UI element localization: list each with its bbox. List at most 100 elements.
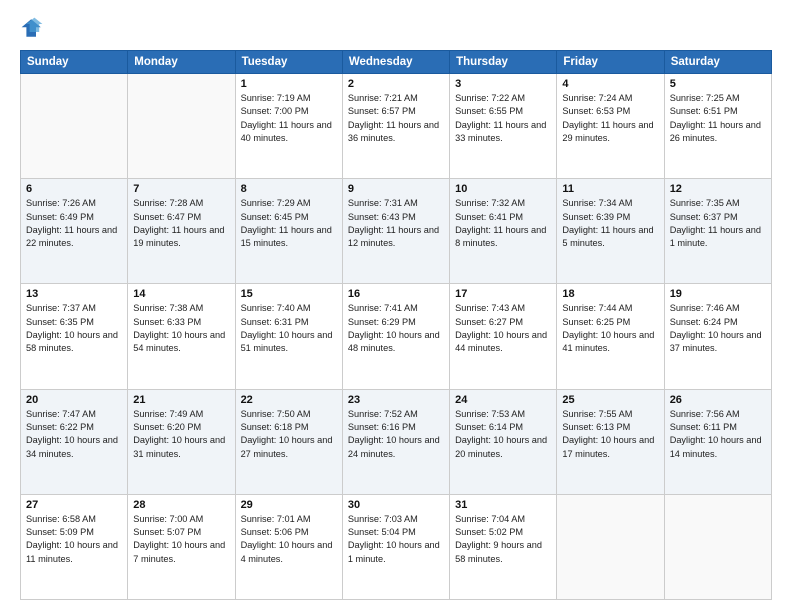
calendar-cell: 30 Sunrise: 7:03 AM Sunset: 5:04 PM Dayli…: [342, 494, 449, 599]
day-info: Sunrise: 7:25 AM Sunset: 6:51 PM Dayligh…: [670, 92, 766, 145]
day-number: 28: [133, 499, 229, 511]
calendar-cell: 11 Sunrise: 7:34 AM Sunset: 6:39 PM Dayli…: [557, 179, 664, 284]
weekday-header-sunday: Sunday: [21, 51, 128, 74]
day-number: 19: [670, 288, 766, 300]
day-number: 30: [348, 499, 444, 511]
day-info: Sunrise: 7:19 AM Sunset: 7:00 PM Dayligh…: [241, 92, 337, 145]
day-number: 20: [26, 394, 122, 406]
day-number: 5: [670, 78, 766, 90]
calendar-cell: 4 Sunrise: 7:24 AM Sunset: 6:53 PM Daylig…: [557, 74, 664, 179]
day-number: 8: [241, 183, 337, 195]
calendar-cell: 14Sunrise: 7:38 AM Sunset: 6:33 PM Dayli…: [128, 284, 235, 389]
day-info: Sunrise: 7:43 AM Sunset: 6:27 PM Dayligh…: [455, 302, 551, 355]
day-number: 27: [26, 499, 122, 511]
calendar-cell: 1 Sunrise: 7:19 AM Sunset: 7:00 PM Daylig…: [235, 74, 342, 179]
day-number: 7: [133, 183, 229, 195]
day-number: 2: [348, 78, 444, 90]
weekday-header-thursday: Thursday: [450, 51, 557, 74]
calendar-row: 13 Sunrise: 7:37 AM Sunset: 6:35 PM Dayli…: [21, 284, 772, 389]
day-info: Sunrise: 7:22 AM Sunset: 6:55 PM Dayligh…: [455, 92, 551, 145]
day-info: Sunrise: 7:44 AM Sunset: 6:25 PM Dayligh…: [562, 302, 658, 355]
day-number: 1: [241, 78, 337, 90]
calendar-row: 1 Sunrise: 7:19 AM Sunset: 7:00 PM Daylig…: [21, 74, 772, 179]
day-info: Sunrise: 7:52 AM Sunset: 6:16 PM Dayligh…: [348, 408, 444, 461]
calendar-cell: 31Sunrise: 7:04 AM Sunset: 5:02 PM Dayli…: [450, 494, 557, 599]
day-number: 11: [562, 183, 658, 195]
day-info: Sunrise: 7:24 AM Sunset: 6:53 PM Dayligh…: [562, 92, 658, 145]
calendar-row: 6Sunrise: 7:26 AM Sunset: 6:49 PM Daylig…: [21, 179, 772, 284]
day-number: 4: [562, 78, 658, 90]
calendar-cell: 10 Sunrise: 7:32 AM Sunset: 6:41 PM Dayli…: [450, 179, 557, 284]
calendar-table: SundayMondayTuesdayWednesdayThursdayFrid…: [20, 50, 772, 600]
calendar-cell: 9 Sunrise: 7:31 AM Sunset: 6:43 PM Daylig…: [342, 179, 449, 284]
weekday-header-monday: Monday: [128, 51, 235, 74]
calendar-row: 20 Sunrise: 7:47 AM Sunset: 6:22 PM Dayli…: [21, 389, 772, 494]
day-number: 16: [348, 288, 444, 300]
weekday-header-row: SundayMondayTuesdayWednesdayThursdayFrid…: [21, 51, 772, 74]
day-number: 15: [241, 288, 337, 300]
calendar-cell: 23 Sunrise: 7:52 AM Sunset: 6:16 PM Dayli…: [342, 389, 449, 494]
weekday-header-saturday: Saturday: [664, 51, 771, 74]
calendar-cell: 2 Sunrise: 7:21 AM Sunset: 6:57 PM Daylig…: [342, 74, 449, 179]
day-number: 23: [348, 394, 444, 406]
calendar-cell: 3 Sunrise: 7:22 AM Sunset: 6:55 PM Daylig…: [450, 74, 557, 179]
calendar-cell: 8 Sunrise: 7:29 AM Sunset: 6:45 PM Daylig…: [235, 179, 342, 284]
calendar-cell: [128, 74, 235, 179]
day-info: Sunrise: 7:28 AM Sunset: 6:47 PM Dayligh…: [133, 197, 229, 250]
day-info: Sunrise: 7:21 AM Sunset: 6:57 PM Dayligh…: [348, 92, 444, 145]
calendar-cell: 26Sunrise: 7:56 AM Sunset: 6:11 PM Dayli…: [664, 389, 771, 494]
day-info: Sunrise: 7:56 AM Sunset: 6:11 PM Dayligh…: [670, 408, 766, 461]
day-number: 10: [455, 183, 551, 195]
calendar-cell: 22Sunrise: 7:50 AM Sunset: 6:18 PM Dayli…: [235, 389, 342, 494]
day-info: Sunrise: 7:41 AM Sunset: 6:29 PM Dayligh…: [348, 302, 444, 355]
day-info: Sunrise: 6:58 AM Sunset: 5:09 PM Dayligh…: [26, 513, 122, 566]
calendar-cell: 13 Sunrise: 7:37 AM Sunset: 6:35 PM Dayli…: [21, 284, 128, 389]
day-number: 9: [348, 183, 444, 195]
calendar-cell: 12 Sunrise: 7:35 AM Sunset: 6:37 PM Dayli…: [664, 179, 771, 284]
calendar-cell: 5 Sunrise: 7:25 AM Sunset: 6:51 PM Daylig…: [664, 74, 771, 179]
day-info: Sunrise: 7:00 AM Sunset: 5:07 PM Dayligh…: [133, 513, 229, 566]
day-info: Sunrise: 7:40 AM Sunset: 6:31 PM Dayligh…: [241, 302, 337, 355]
day-number: 21: [133, 394, 229, 406]
day-info: Sunrise: 7:01 AM Sunset: 5:06 PM Dayligh…: [241, 513, 337, 566]
weekday-header-friday: Friday: [557, 51, 664, 74]
calendar-cell: 24Sunrise: 7:53 AM Sunset: 6:14 PM Dayli…: [450, 389, 557, 494]
day-number: 3: [455, 78, 551, 90]
calendar-cell: 28 Sunrise: 7:00 AM Sunset: 5:07 PM Dayli…: [128, 494, 235, 599]
day-info: Sunrise: 7:55 AM Sunset: 6:13 PM Dayligh…: [562, 408, 658, 461]
page: SundayMondayTuesdayWednesdayThursdayFrid…: [0, 0, 792, 612]
day-number: 14: [133, 288, 229, 300]
calendar-cell: [664, 494, 771, 599]
calendar-cell: [21, 74, 128, 179]
logo: [20, 16, 48, 40]
day-info: Sunrise: 7:47 AM Sunset: 6:22 PM Dayligh…: [26, 408, 122, 461]
weekday-header-wednesday: Wednesday: [342, 51, 449, 74]
calendar-cell: [557, 494, 664, 599]
day-number: 13: [26, 288, 122, 300]
day-number: 12: [670, 183, 766, 195]
day-number: 31: [455, 499, 551, 511]
day-number: 25: [562, 394, 658, 406]
calendar-row: 27 Sunrise: 6:58 AM Sunset: 5:09 PM Dayli…: [21, 494, 772, 599]
calendar-cell: 19 Sunrise: 7:46 AM Sunset: 6:24 PM Dayli…: [664, 284, 771, 389]
logo-icon: [20, 16, 44, 40]
day-number: 29: [241, 499, 337, 511]
day-number: 24: [455, 394, 551, 406]
day-info: Sunrise: 7:31 AM Sunset: 6:43 PM Dayligh…: [348, 197, 444, 250]
calendar-cell: 17Sunrise: 7:43 AM Sunset: 6:27 PM Dayli…: [450, 284, 557, 389]
day-info: Sunrise: 7:29 AM Sunset: 6:45 PM Dayligh…: [241, 197, 337, 250]
day-info: Sunrise: 7:35 AM Sunset: 6:37 PM Dayligh…: [670, 197, 766, 250]
calendar-cell: 6Sunrise: 7:26 AM Sunset: 6:49 PM Daylig…: [21, 179, 128, 284]
day-info: Sunrise: 7:34 AM Sunset: 6:39 PM Dayligh…: [562, 197, 658, 250]
day-info: Sunrise: 7:03 AM Sunset: 5:04 PM Dayligh…: [348, 513, 444, 566]
day-number: 22: [241, 394, 337, 406]
day-info: Sunrise: 7:49 AM Sunset: 6:20 PM Dayligh…: [133, 408, 229, 461]
day-info: Sunrise: 7:32 AM Sunset: 6:41 PM Dayligh…: [455, 197, 551, 250]
day-number: 18: [562, 288, 658, 300]
calendar-cell: 18 Sunrise: 7:44 AM Sunset: 6:25 PM Dayli…: [557, 284, 664, 389]
calendar-cell: 7 Sunrise: 7:28 AM Sunset: 6:47 PM Daylig…: [128, 179, 235, 284]
day-info: Sunrise: 7:46 AM Sunset: 6:24 PM Dayligh…: [670, 302, 766, 355]
day-info: Sunrise: 7:37 AM Sunset: 6:35 PM Dayligh…: [26, 302, 122, 355]
calendar-cell: 21 Sunrise: 7:49 AM Sunset: 6:20 PM Dayli…: [128, 389, 235, 494]
calendar-cell: 15 Sunrise: 7:40 AM Sunset: 6:31 PM Dayli…: [235, 284, 342, 389]
